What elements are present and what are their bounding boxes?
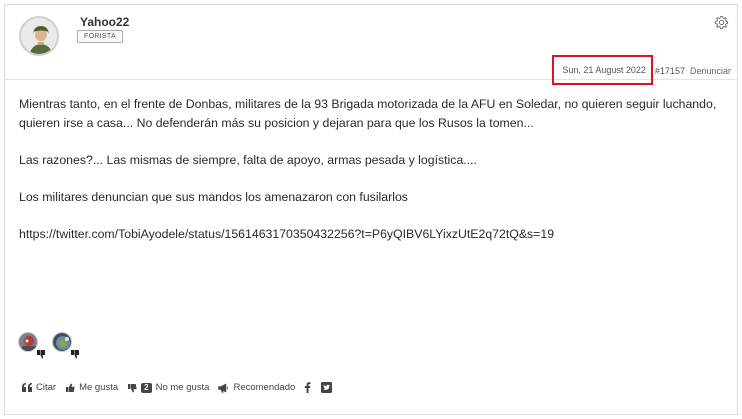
- thumbs-up-icon: [66, 383, 75, 392]
- reactor-avatar[interactable]: [52, 332, 79, 359]
- post-paragraph: Los militares denuncian que sus mandos l…: [19, 190, 408, 204]
- gear-icon[interactable]: [714, 15, 729, 30]
- reactor-avatar[interactable]: [18, 332, 45, 359]
- thumbs-down-icon: [71, 350, 79, 359]
- author-avatar[interactable]: [19, 16, 59, 56]
- post-date[interactable]: Sun, 21 August 2022: [552, 55, 653, 85]
- twitter-link[interactable]: https://twitter.com/TobiAyodele/status/1…: [19, 225, 729, 244]
- dislike-button[interactable]: 2 No me gusta: [127, 382, 209, 393]
- quote-icon: [22, 383, 32, 392]
- report-link[interactable]: Denunciar: [690, 66, 731, 76]
- megaphone-icon: [218, 382, 229, 393]
- post-paragraph: Las razones?... Las mismas de siempre, f…: [19, 153, 477, 167]
- quote-label: Citar: [36, 382, 57, 393]
- share-twitter-button[interactable]: [321, 382, 333, 393]
- post-meta: Sun, 21 August 2022 #17157 Denunciar: [552, 55, 731, 86]
- recommend-button[interactable]: Recomendado: [218, 382, 295, 393]
- quote-button[interactable]: Citar: [22, 382, 56, 393]
- thumbs-down-icon: [37, 350, 45, 359]
- post-number-link[interactable]: #17157: [655, 66, 685, 76]
- twitter-icon: [321, 382, 333, 393]
- facebook-icon: [304, 382, 311, 393]
- reactors-list: [18, 332, 86, 359]
- share-facebook-button[interactable]: [304, 382, 311, 393]
- post-header: Yahoo22 FORISTA Sun, 21 August 2022 #171…: [5, 5, 737, 85]
- thumbs-down-icon: [128, 383, 137, 392]
- forum-post: Yahoo22 FORISTA Sun, 21 August 2022 #171…: [4, 4, 738, 415]
- soldier-avatar-icon: [21, 18, 57, 54]
- dislike-label: No me gusta: [155, 382, 210, 393]
- author-role-badge: FORISTA: [77, 30, 123, 43]
- like-label: Me gusta: [79, 382, 119, 393]
- post-paragraph: Mientras tanto, en el frente de Donbas, …: [19, 97, 717, 130]
- like-button[interactable]: Me gusta: [65, 382, 118, 393]
- dislike-count-badge: 2: [141, 382, 152, 393]
- post-actions: Citar Me gusta 2 No me gusta Recomendado: [22, 382, 342, 393]
- post-content: Mientras tanto, en el frente de Donbas, …: [19, 95, 729, 262]
- author-username[interactable]: Yahoo22: [80, 15, 129, 29]
- recommend-label: Recomendado: [233, 382, 296, 393]
